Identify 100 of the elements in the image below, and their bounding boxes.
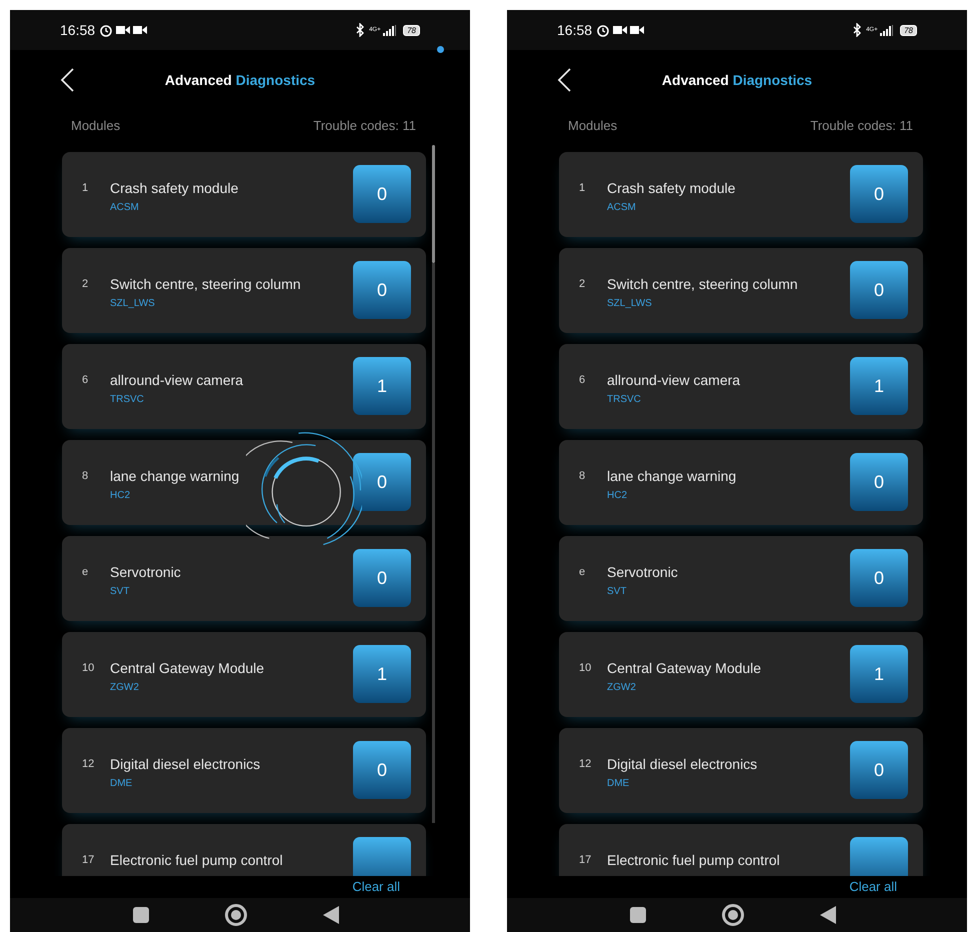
signal-icon [383, 24, 398, 36]
module-name: Crash safety module [110, 179, 240, 198]
video-camera-icon [613, 25, 628, 35]
module-card[interactable]: 10 Central Gateway Module ZGW2 1 [559, 632, 923, 717]
module-number: 6 [579, 373, 586, 388]
trouble-count-badge[interactable]: 0 [850, 453, 908, 511]
module-number: 12 [579, 757, 592, 772]
home-button[interactable] [722, 904, 744, 926]
module-code: ZGW2 [607, 681, 637, 695]
trouble-count-badge[interactable]: 1 [353, 645, 411, 703]
bluetooth-icon [853, 23, 862, 37]
battery-indicator: 78 [403, 24, 420, 36]
module-code: ACSM [110, 201, 140, 215]
trouble-count-badge[interactable]: 1 [850, 357, 908, 415]
module-card[interactable]: 8 lane change warning HC2 0 [559, 440, 923, 525]
module-name: Switch centre, steering column [607, 275, 799, 294]
module-number: 8 [82, 469, 90, 484]
trouble-count-badge[interactable]: 1 [850, 645, 908, 703]
module-card[interactable]: 17 Electronic fuel pump control [62, 824, 426, 876]
module-card[interactable]: 17 Electronic fuel pump control [559, 824, 923, 876]
clear-all-link[interactable]: Clear all [352, 877, 400, 897]
trouble-count-badge[interactable]: 0 [353, 453, 411, 511]
module-card[interactable]: 2 Switch centre, steering column SZL_LWS 0 [559, 248, 923, 333]
module-name: Servotronic [110, 563, 182, 582]
modules-label: Modules [568, 117, 618, 136]
module-card[interactable]: 1 Crash safety module ACSM 0 [62, 152, 426, 237]
module-number: 1 [579, 181, 586, 196]
module-card[interactable]: 8 lane change warning HC2 0 [62, 440, 426, 525]
trouble-count-badge[interactable]: 0 [353, 165, 411, 223]
module-number: 17 [82, 853, 96, 868]
module-name: Central Gateway Module [607, 659, 762, 678]
module-card[interactable]: 12 Digital diesel electronics DME 0 [62, 728, 426, 813]
status-time: 16:58 [60, 20, 96, 40]
scrollbar-thumb[interactable] [432, 145, 435, 263]
screen-title: Advanced Diagnostics [662, 70, 812, 90]
trouble-count-badge[interactable]: 0 [850, 165, 908, 223]
back-icon [60, 68, 74, 92]
back-icon [557, 68, 571, 92]
module-code: TRSVC [110, 393, 145, 407]
trouble-count-badge[interactable]: 0 [353, 549, 411, 607]
status-time: 16:58 [557, 20, 592, 40]
module-code: DME [607, 777, 630, 791]
video-camera-icon [116, 25, 130, 35]
module-name: lane change warning [110, 467, 240, 486]
back-nav-button[interactable] [820, 906, 836, 924]
module-name: allround-view camera [110, 371, 244, 390]
trouble-count-badge[interactable]: 1 [353, 357, 411, 415]
module-code: TRSVC [607, 393, 642, 407]
module-name: Digital diesel electronics [110, 755, 262, 774]
module-card[interactable]: 10 Central Gateway Module ZGW2 1 [62, 632, 426, 717]
module-number: 2 [579, 277, 586, 292]
trouble-count-badge[interactable]: 0 [850, 741, 908, 799]
screen-title: Advanced Diagnostics [164, 70, 316, 90]
module-code: HC2 [607, 489, 628, 503]
recents-button[interactable] [133, 907, 149, 923]
module-name: Servotronic [607, 563, 679, 582]
module-name: lane change warning [607, 467, 738, 486]
module-code: SVT [110, 585, 130, 599]
module-number: 17 [579, 853, 592, 868]
module-code: ZGW2 [110, 681, 140, 695]
home-button[interactable] [225, 904, 247, 926]
module-name: Crash safety module [607, 179, 736, 198]
module-card[interactable]: 12 Digital diesel electronics DME 0 [559, 728, 923, 813]
module-name: Digital diesel electronics [607, 755, 758, 774]
module-name: Electronic fuel pump control [607, 851, 781, 870]
module-code: DME [110, 777, 134, 791]
module-number: 10 [579, 661, 592, 676]
video-camera-icon [630, 25, 644, 35]
module-code: HC2 [110, 489, 132, 503]
module-card[interactable]: 6 allround-view camera TRSVC 1 [559, 344, 923, 429]
module-number: 2 [82, 277, 90, 292]
video-camera-icon [133, 25, 148, 35]
module-card[interactable]: 2 Switch centre, steering column SZL_LWS 0 [62, 248, 426, 333]
module-code: SZL_LWS [607, 297, 653, 311]
module-number: 10 [82, 661, 96, 676]
recents-button[interactable] [630, 907, 646, 923]
module-name: Switch centre, steering column [110, 275, 302, 294]
module-number: e [82, 565, 90, 580]
module-name: Electronic fuel pump control [110, 851, 284, 870]
trouble-count-badge[interactable]: 0 [850, 549, 908, 607]
trouble-codes-count: Trouble codes: 11 [810, 117, 913, 136]
module-card[interactable]: 1 Crash safety module ACSM 0 [559, 152, 923, 237]
back-nav-button[interactable] [323, 906, 339, 924]
module-card[interactable]: e Servotronic SVT 0 [62, 536, 426, 621]
module-card[interactable]: 6 allround-view camera TRSVC 1 [62, 344, 426, 429]
clear-all-link[interactable]: Clear all [849, 877, 897, 897]
trouble-count-badge[interactable]: 0 [353, 741, 411, 799]
module-number: 1 [82, 181, 90, 196]
module-name: allround-view camera [607, 371, 742, 390]
trouble-codes-count: Trouble codes: 11 [313, 117, 416, 136]
module-card[interactable]: e Servotronic SVT 0 [559, 536, 923, 621]
module-code: SZL_LWS [110, 297, 156, 311]
module-code: SVT [607, 585, 628, 599]
module-number: 12 [82, 757, 96, 772]
alarm-icon [99, 23, 114, 37]
signal-icon [880, 24, 894, 36]
trouble-count-badge[interactable]: 0 [353, 261, 411, 319]
module-number: 6 [82, 373, 90, 388]
trouble-count-badge[interactable]: 0 [850, 261, 908, 319]
module-number: 8 [579, 469, 586, 484]
